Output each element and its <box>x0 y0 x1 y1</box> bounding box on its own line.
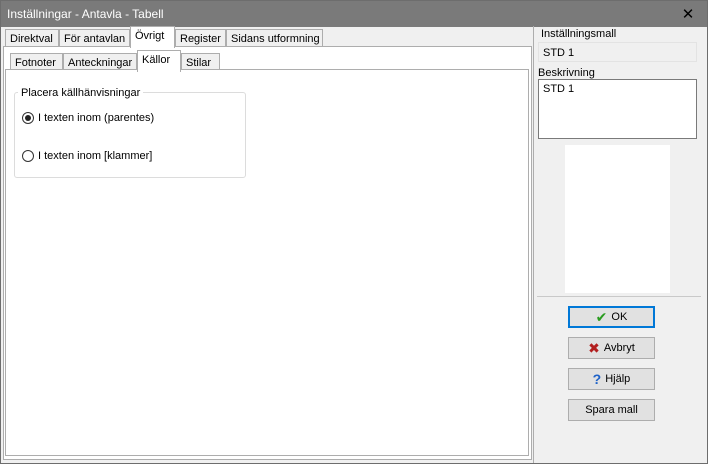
radio-label: I texten inom [klammer] <box>38 150 153 162</box>
divider <box>537 296 701 297</box>
help-button[interactable]: ? Hjälp <box>568 368 655 390</box>
radio-button-checked[interactable] <box>22 112 34 124</box>
title-bar[interactable]: Inställningar - Antavla - Tabell ✕ <box>1 1 707 27</box>
tab-kallor[interactable]: Källor <box>137 50 181 72</box>
ok-button[interactable]: ✔ OK <box>568 306 655 328</box>
template-field[interactable]: STD 1 <box>538 42 697 62</box>
close-button[interactable]: ✕ <box>671 2 705 26</box>
save-template-button[interactable]: Spara mall <box>568 399 655 421</box>
radio-option-parentes[interactable]: I texten inom (parentes) <box>22 112 154 124</box>
tab-label: Anteckningar <box>68 57 133 69</box>
template-value: STD 1 <box>543 47 575 59</box>
tab-label: För antavlan <box>64 33 126 45</box>
description-value: STD 1 <box>543 83 575 95</box>
group-title: Placera källhänvisningar <box>18 87 144 99</box>
ok-label: OK <box>611 311 628 323</box>
cancel-button[interactable]: ✖ Avbryt <box>568 337 655 359</box>
tab-label: Övrigt <box>135 30 165 42</box>
tab-label: Fotnoter <box>15 57 56 69</box>
radio-button[interactable] <box>22 150 34 162</box>
cross-icon: ✖ <box>588 340 600 356</box>
tab-label: Register <box>180 33 221 45</box>
checkmark-icon: ✔ <box>595 309 608 325</box>
source-placement-group <box>14 92 246 178</box>
tab-ovrigt[interactable]: Övrigt <box>130 26 175 48</box>
tab-label: Källor <box>142 54 171 66</box>
description-label: Beskrivning <box>538 67 595 79</box>
question-mark-icon: ? <box>592 371 602 387</box>
template-preview <box>565 145 670 293</box>
save-template-label: Spara mall <box>585 404 638 416</box>
tab-label: Direktval <box>10 33 53 45</box>
window-title: Inställningar - Antavla - Tabell <box>7 7 164 21</box>
template-label: Inställningsmall <box>541 28 617 40</box>
tab-label: Sidans utformning <box>231 33 320 45</box>
description-field[interactable]: STD 1 <box>538 79 697 139</box>
tab-label: Stilar <box>186 57 212 69</box>
cancel-label: Avbryt <box>603 342 635 354</box>
close-icon: ✕ <box>681 6 695 23</box>
radio-option-klammer[interactable]: I texten inom [klammer] <box>22 150 152 162</box>
help-label: Hjälp <box>605 373 631 385</box>
radio-label: I texten inom (parentes) <box>38 112 155 124</box>
